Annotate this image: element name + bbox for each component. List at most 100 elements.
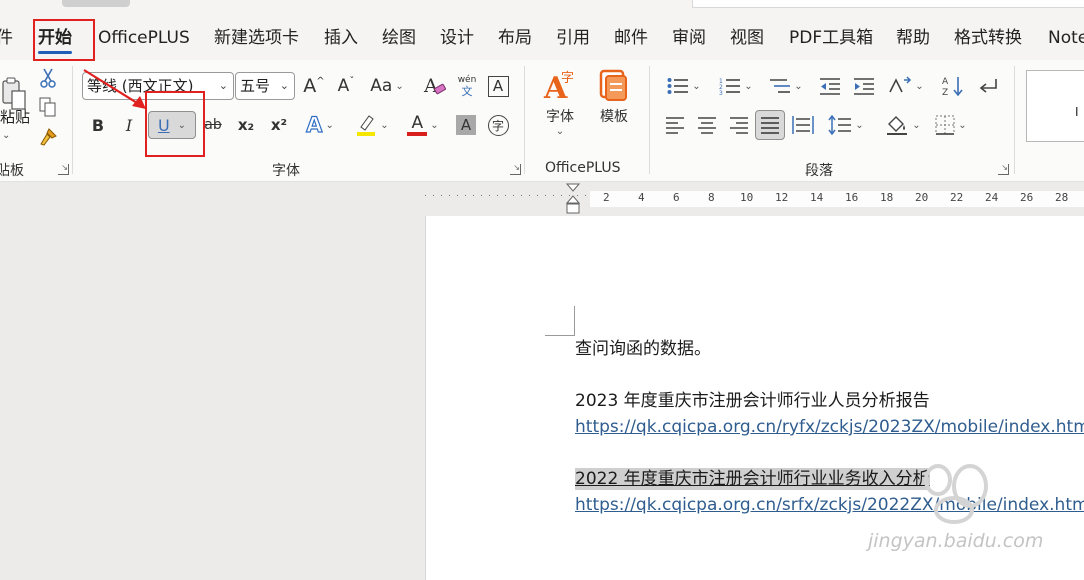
align-left-button[interactable] [662, 112, 688, 138]
grow-font-icon: A [303, 75, 317, 97]
justify-button[interactable] [755, 110, 785, 140]
clear-formatting-icon: A [423, 75, 446, 97]
ruler-tick: 2 [603, 191, 610, 204]
clipboard-launcher-icon[interactable]: ↘ [58, 164, 69, 175]
highlight-color-button[interactable]: ⌄ [350, 112, 394, 138]
enclose-characters-button[interactable]: 字 [486, 113, 510, 137]
tab-help[interactable]: 帮助 [896, 26, 930, 50]
phonetic-guide-bottom: 文 [461, 85, 473, 98]
group-separator [1014, 66, 1015, 174]
title-bar-fragment [62, 0, 130, 7]
increase-indent-button[interactable] [850, 73, 878, 99]
officeplus-template-button[interactable]: 模板 [594, 68, 634, 130]
font-size-select[interactable]: 五号 ⌄ [235, 72, 295, 100]
ruler-tick: 12 [775, 191, 789, 204]
character-border-button[interactable]: A [486, 73, 510, 99]
tab-view[interactable]: 视图 [730, 26, 764, 50]
align-right-icon [730, 117, 748, 134]
change-case-button[interactable]: Aa ⌄ [366, 73, 408, 99]
tab-format-convert[interactable]: 格式转换 [954, 26, 1022, 50]
format-painter-button[interactable] [36, 125, 60, 149]
clear-formatting-button[interactable]: A [422, 73, 448, 99]
document-hyperlink[interactable]: https://qk.cqicpa.org.cn/ryfx/zckjs/2023… [575, 416, 1084, 438]
font-launcher-icon[interactable]: ↘ [510, 164, 521, 175]
sort-button[interactable]: A Z [938, 73, 968, 99]
tab-new-tab[interactable]: 新建选项卡 [214, 26, 299, 50]
paste-label: 粘贴 [0, 108, 31, 126]
superscript-button[interactable]: x² [267, 112, 291, 138]
tab-insert[interactable]: 插入 [324, 26, 358, 50]
subscript-button[interactable]: x₂ [234, 112, 258, 138]
ruler-tick: 8 [708, 191, 715, 204]
document-paragraph[interactable]: 2023 年度重庆市注册会计师行业人员分析报告 [575, 390, 930, 412]
indent-marker[interactable] [565, 183, 581, 215]
character-shading-button[interactable]: A [454, 113, 478, 137]
bullets-button[interactable]: ⌄ [662, 73, 706, 99]
selected-text[interactable]: 2022 年度重庆市注册会计师行业业务收入分析 [575, 468, 930, 490]
ruler-tick: 24 [985, 191, 999, 204]
tab-review[interactable]: 审阅 [672, 26, 706, 50]
style-preview: I [1075, 105, 1079, 119]
ruler-tick: 10 [740, 191, 754, 204]
borders-button[interactable]: ⌄ [930, 112, 972, 138]
ruler-tick: 20 [915, 191, 929, 204]
ruler-tick: 16 [845, 191, 859, 204]
asian-layout-icon [889, 76, 912, 93]
paste-dropdown-icon[interactable]: ⌄ [2, 130, 10, 141]
ruler-tick: 18 [880, 191, 894, 204]
align-right-button[interactable] [726, 112, 752, 138]
numbering-button[interactable]: 1 2 3 ⌄ [714, 73, 758, 99]
scissors-icon [40, 68, 56, 88]
change-case-icon: Aa [370, 76, 393, 96]
shading-button[interactable]: ⌄ [882, 112, 924, 138]
multilevel-list-button[interactable]: ⌄ [764, 73, 808, 99]
tab-officeplus[interactable]: OfficePLUS [98, 26, 190, 50]
tab-references[interactable]: 引用 [556, 26, 590, 50]
tab-note[interactable]: Note [1048, 26, 1084, 50]
template-icon [599, 69, 627, 101]
ruler-tick: 14 [810, 191, 824, 204]
font-color-button[interactable]: A ⌄ [402, 112, 444, 138]
tab-layout[interactable]: 布局 [498, 26, 532, 50]
svg-text:Z: Z [942, 88, 948, 97]
enclose-characters-icon: 字 [487, 114, 509, 136]
distributed-button[interactable] [790, 112, 816, 138]
styles-gallery[interactable]: I [1026, 70, 1084, 142]
ruler-tick: 6 [673, 191, 680, 204]
paragraph-group-label: 段落 [805, 163, 833, 179]
grow-font-button[interactable]: A ^ [300, 73, 328, 99]
tab-pdf-toolbox[interactable]: PDF工具箱 [789, 26, 873, 50]
cut-button[interactable] [36, 66, 60, 90]
highlighter-icon [357, 115, 376, 136]
align-center-button[interactable] [694, 112, 720, 138]
text-effects-button[interactable]: A ⌄ [300, 112, 340, 138]
document-paragraph[interactable]: 查问询函的数据。 [575, 338, 711, 360]
shrink-font-button[interactable]: Aˇ [332, 73, 360, 99]
justify-icon [761, 117, 779, 134]
numbered-list-icon: 1 2 3 [719, 78, 741, 95]
indent-marker-icon [565, 183, 581, 214]
shrink-font-icon: A [337, 76, 350, 96]
officeplus-template-label: 模板 [600, 109, 628, 125]
highlight-box-home-tab [33, 19, 95, 61]
tab-draw[interactable]: 绘图 [382, 26, 416, 50]
font-size-value: 五号 [240, 77, 271, 95]
menu-bar: 件 开始 OfficePLUS 新建选项卡 插入 绘图 设计 布局 引用 邮件 … [0, 0, 1084, 60]
ruler-tick: 26 [1020, 191, 1034, 204]
phonetic-guide-button[interactable]: wén 文 [455, 72, 479, 100]
group-separator [524, 66, 525, 174]
paragraph-launcher-icon[interactable]: ↘ [998, 164, 1009, 175]
show-marks-button[interactable] [974, 73, 1002, 99]
decrease-indent-button[interactable] [816, 73, 844, 99]
tab-design[interactable]: 设计 [440, 26, 474, 50]
copy-button[interactable] [36, 95, 60, 119]
copy-icon [39, 97, 56, 117]
tab-mailings[interactable]: 邮件 [614, 26, 648, 50]
asian-layout-button[interactable]: ⌄ [884, 73, 928, 99]
chevron-down-icon: ⌄ [279, 79, 289, 92]
line-spacing-button[interactable]: ⌄ [824, 112, 868, 138]
tab-file[interactable]: 件 [0, 26, 13, 50]
watermark-logo [924, 464, 988, 524]
officeplus-font-button[interactable]: A 字 字体 ⌄ [540, 68, 580, 148]
watermark: jingyan.baidu.com [868, 530, 1044, 552]
